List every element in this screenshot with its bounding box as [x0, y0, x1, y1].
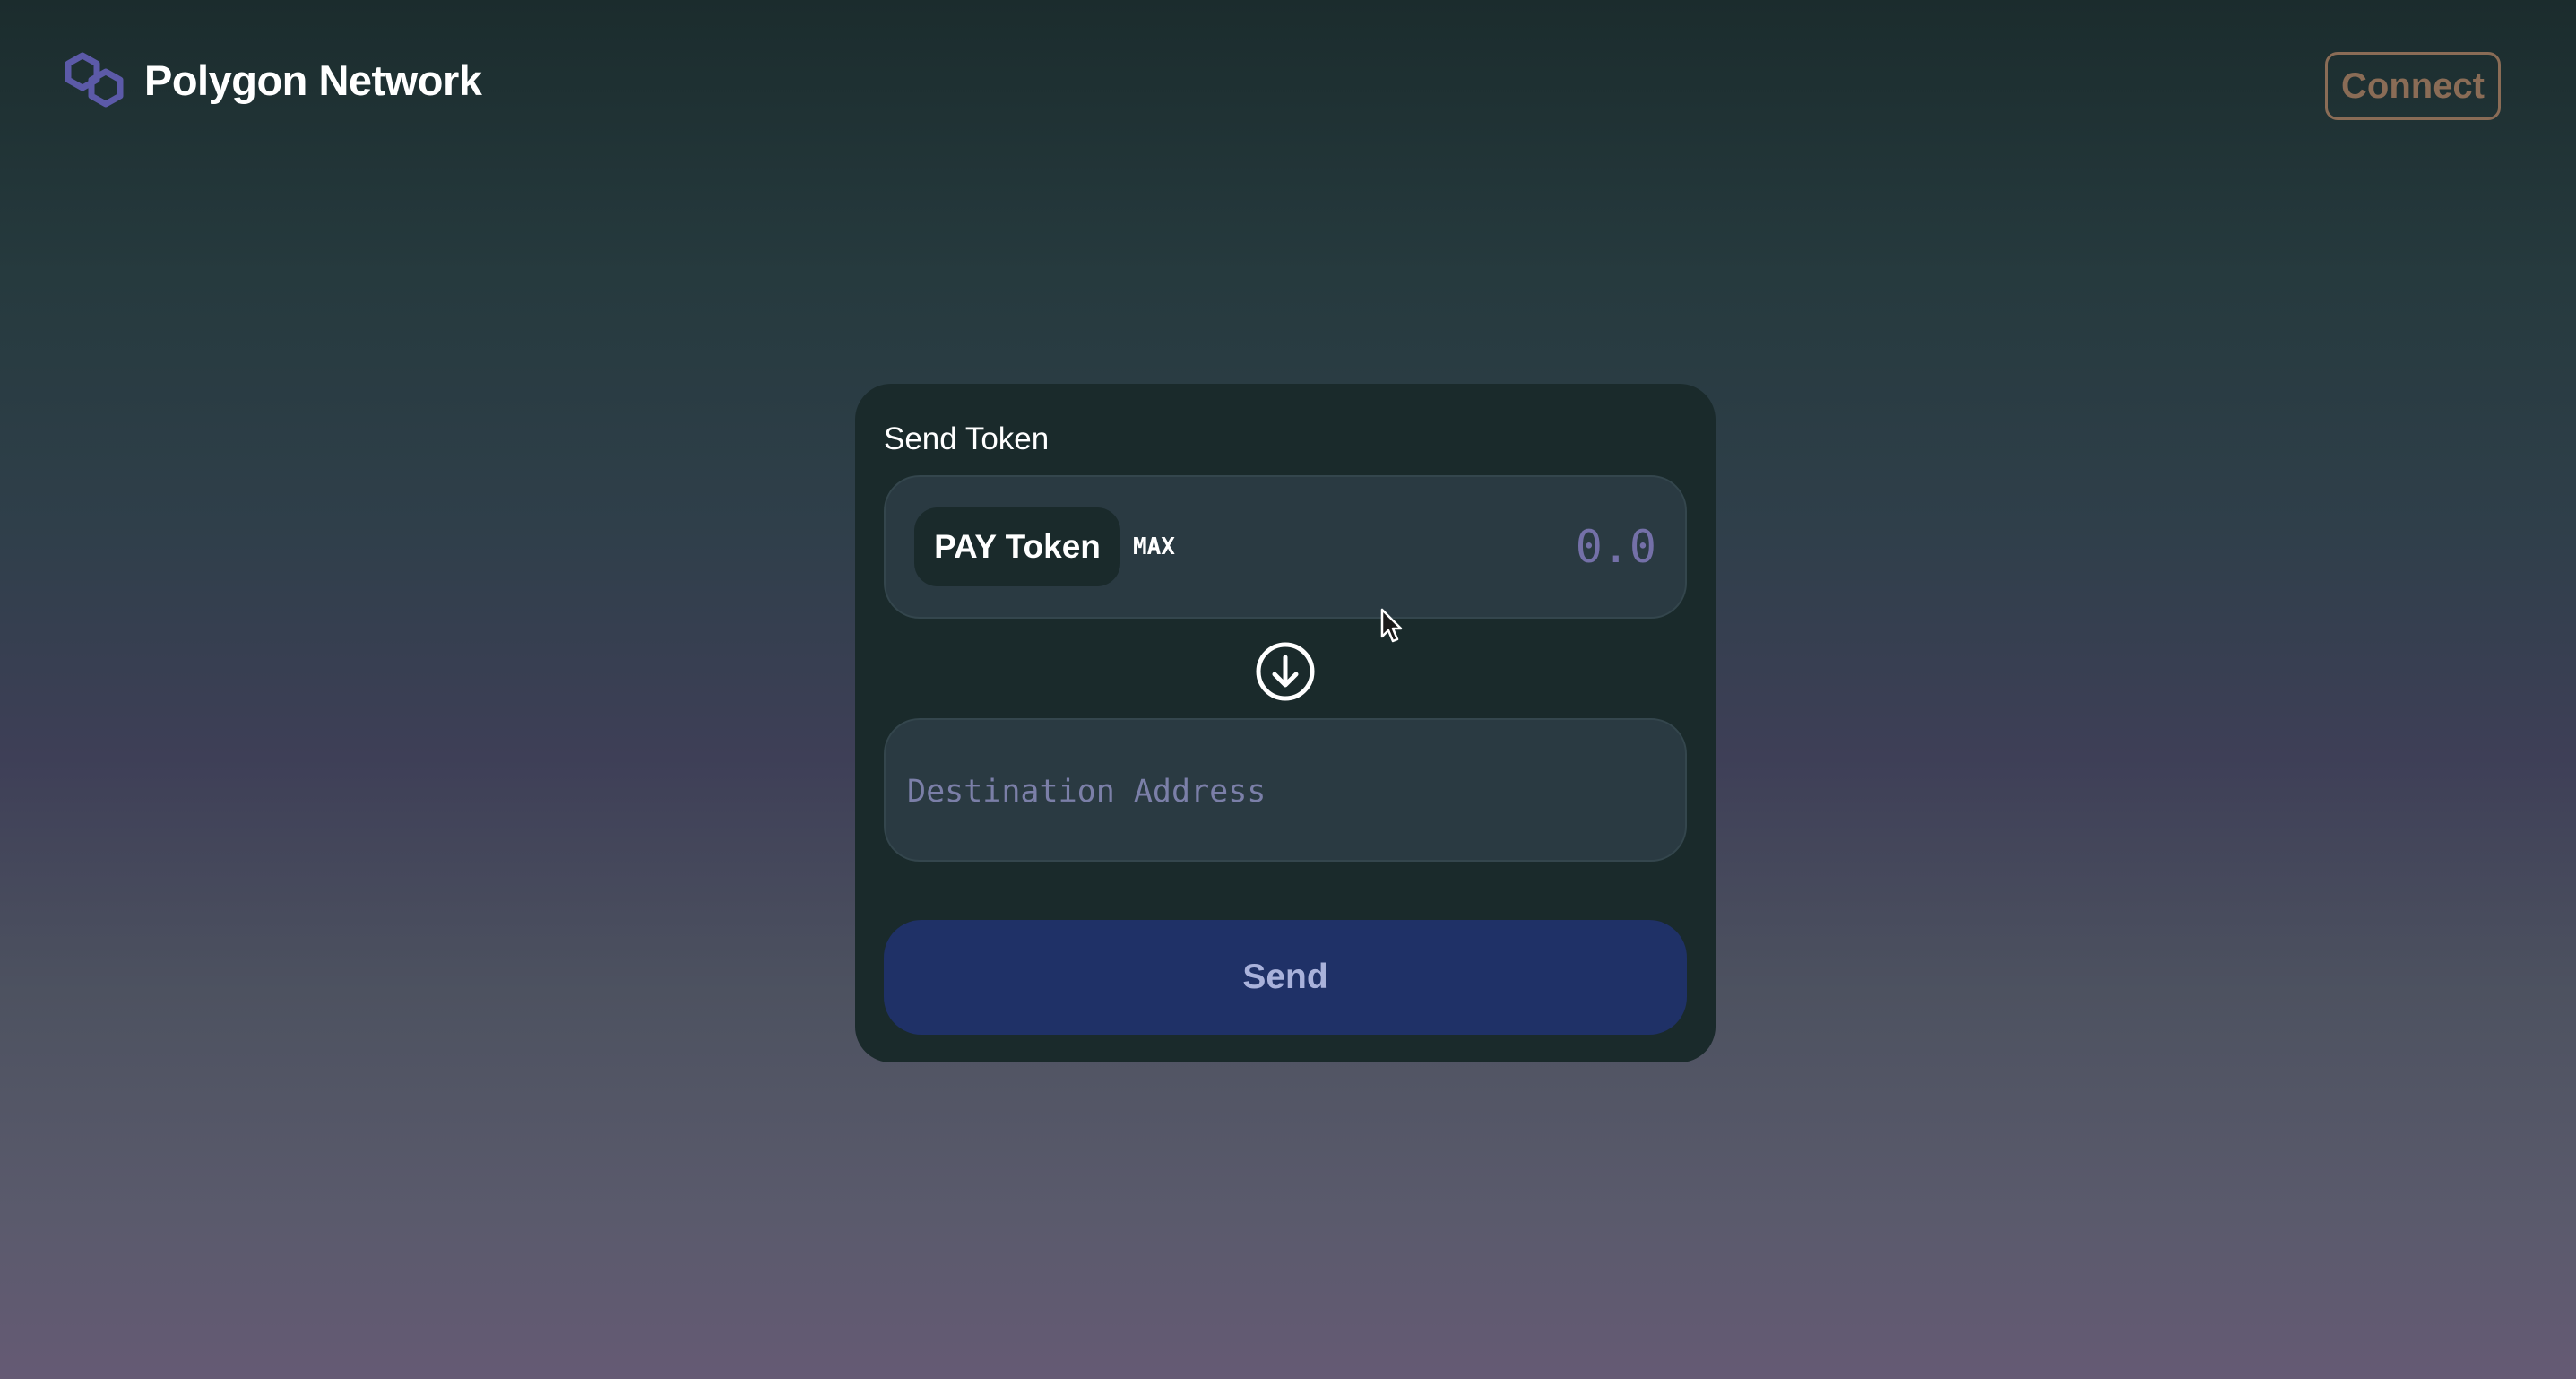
- card-title: Send Token: [884, 421, 1050, 456]
- max-button[interactable]: MAX: [1133, 529, 1175, 565]
- amount-input[interactable]: [1298, 513, 1656, 581]
- connect-button[interactable]: Connect: [2325, 52, 2501, 120]
- amount-panel: PAY Token MAX: [884, 475, 1687, 619]
- top-nav: Polygon Network Connect: [0, 0, 2576, 170]
- destination-panel: [884, 718, 1687, 862]
- mouse-cursor-icon: [1380, 608, 1403, 643]
- send-button[interactable]: Send: [884, 920, 1687, 1035]
- token-select-button[interactable]: PAY Token: [914, 507, 1120, 586]
- polygon-logo-icon: [65, 52, 124, 108]
- brand-name: Polygon Network: [144, 56, 482, 104]
- send-token-card: Send Token PAY Token MAX Send: [855, 384, 1716, 1062]
- arrow-down-circle-icon[interactable]: [1254, 640, 1317, 703]
- destination-address-input[interactable]: [907, 758, 1660, 826]
